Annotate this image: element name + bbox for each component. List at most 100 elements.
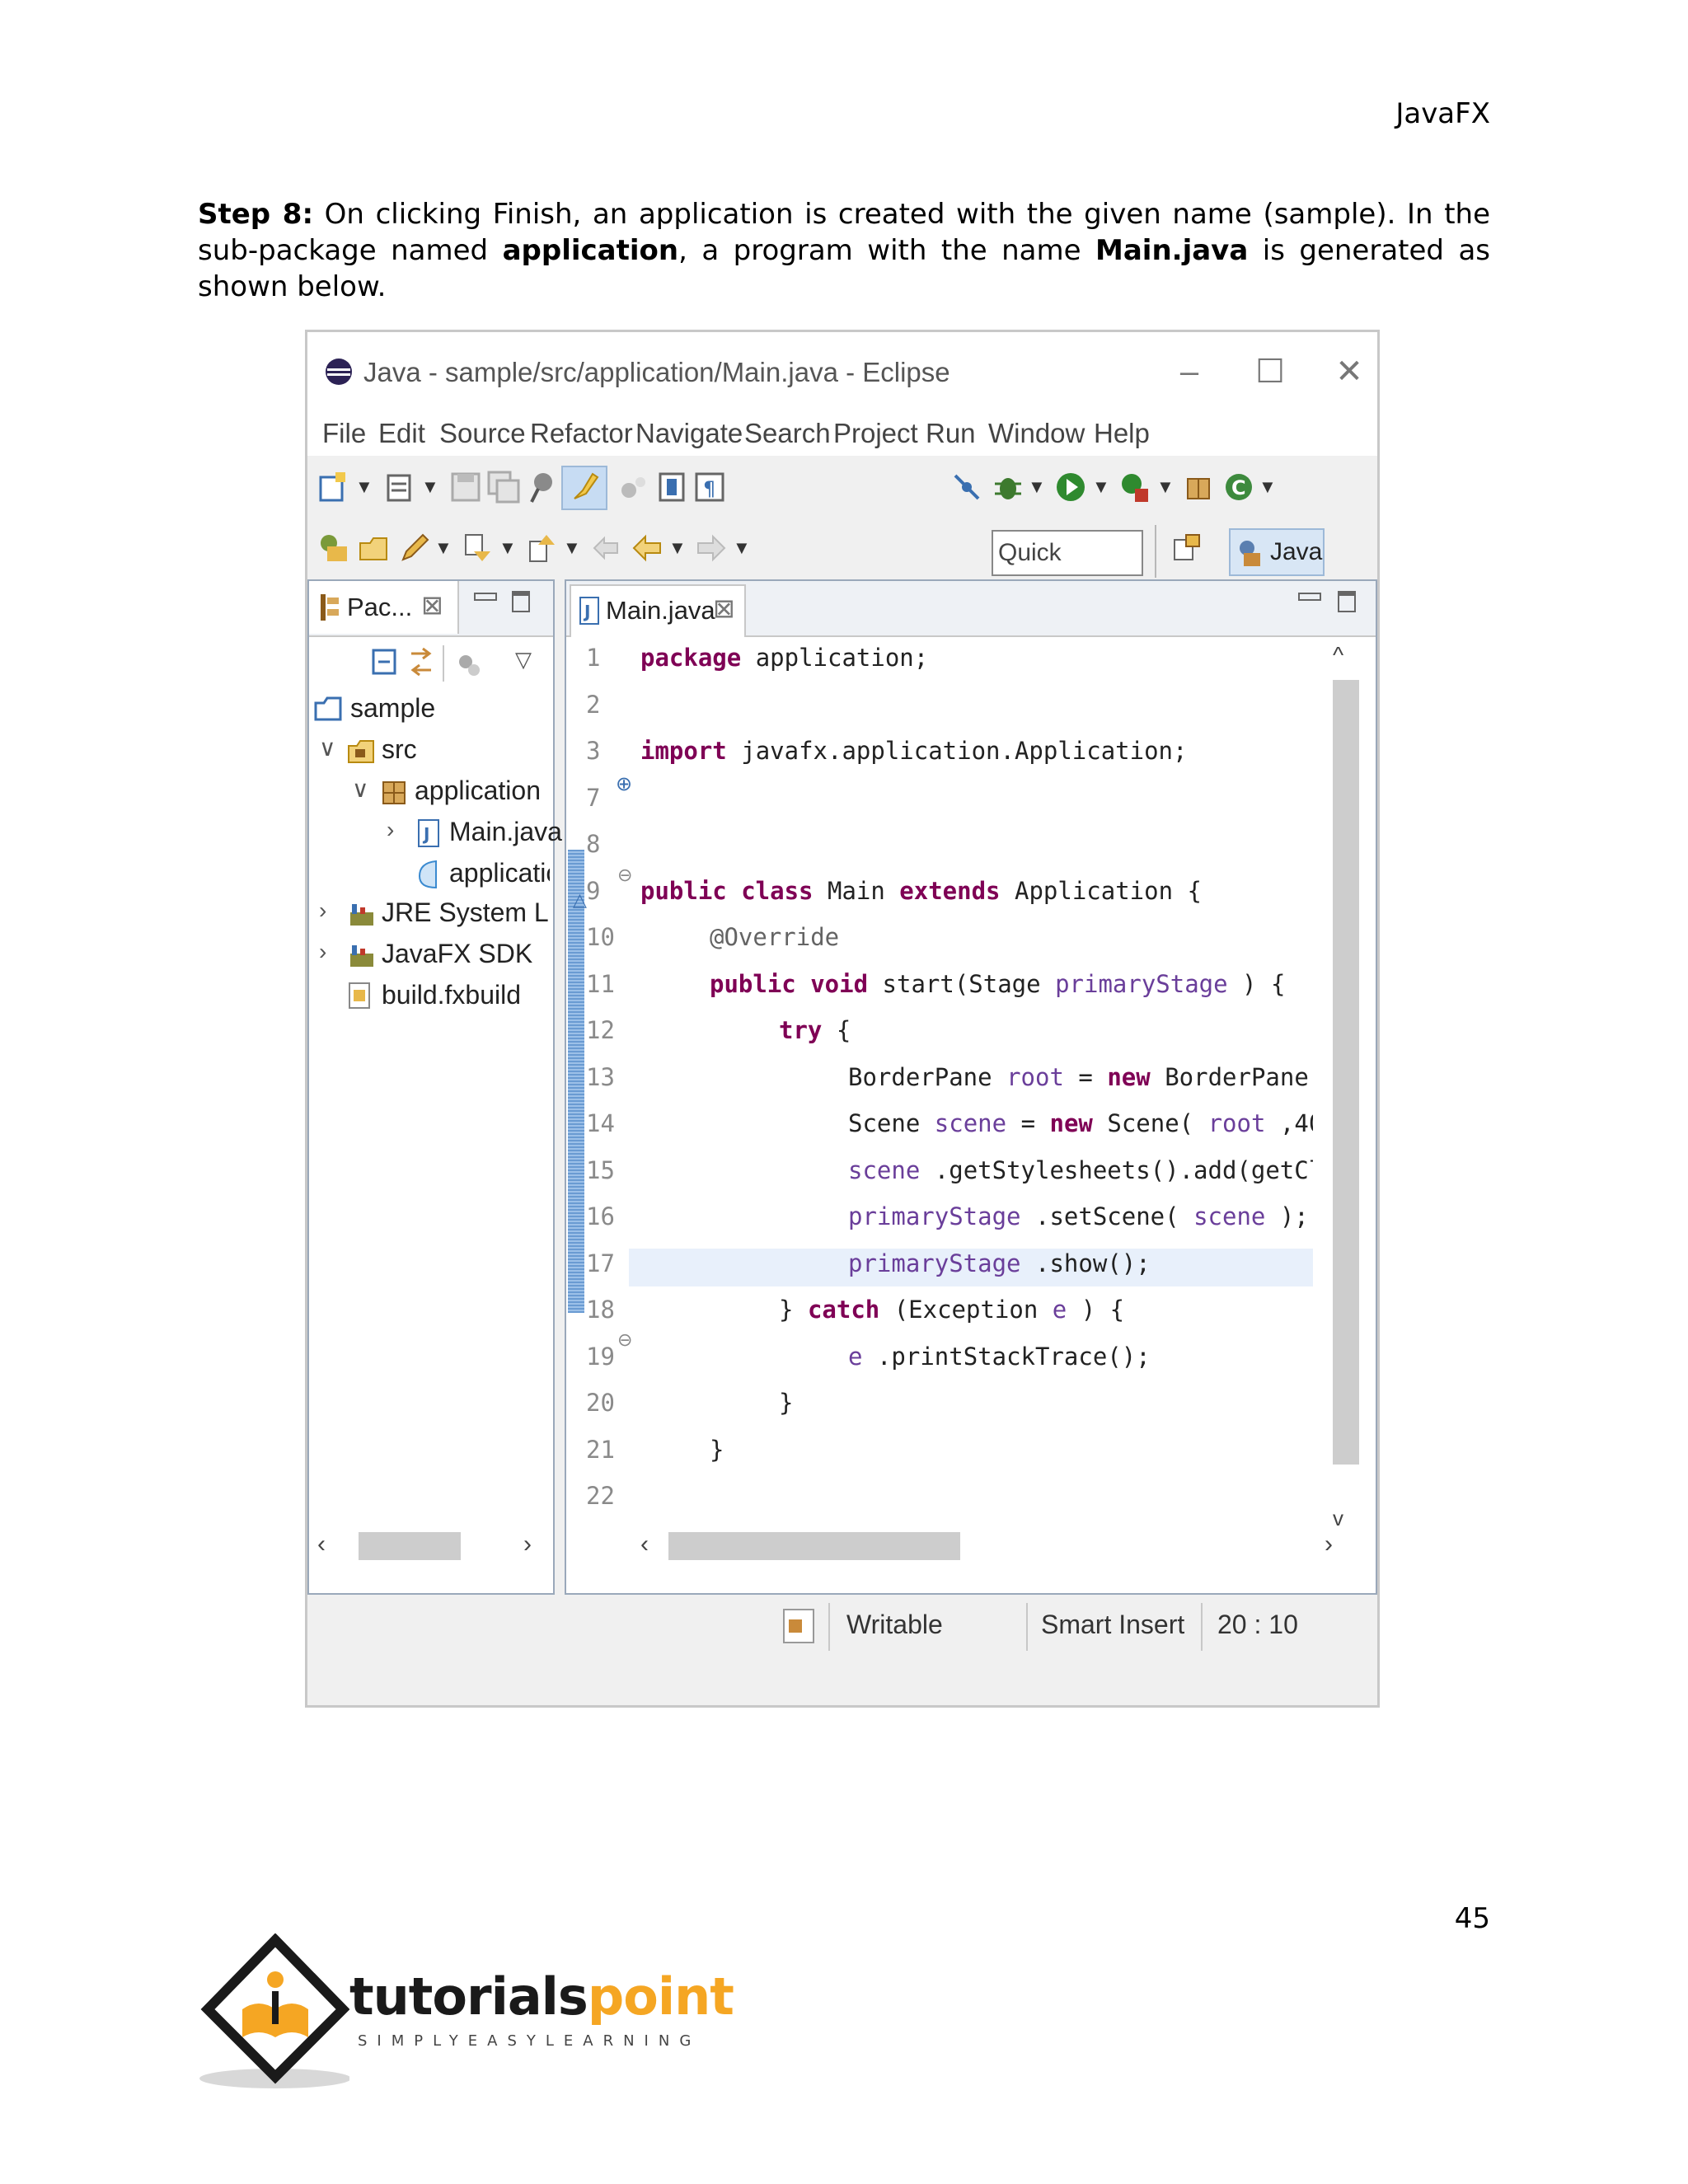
back-icon[interactable] xyxy=(631,532,663,565)
new-java-package-icon[interactable] xyxy=(1183,471,1216,504)
scroll-right-icon[interactable]: › xyxy=(523,1530,532,1558)
horizontal-scrollbar-thumb[interactable] xyxy=(668,1532,960,1560)
filter-icon[interactable] xyxy=(456,650,485,680)
scroll-left-icon[interactable]: ‹ xyxy=(317,1530,326,1558)
new-class-dropdown-icon[interactable]: ▼ xyxy=(1259,471,1277,504)
tree-item-javafx-sdk[interactable]: JavaFX SDK xyxy=(382,939,532,969)
close-icon[interactable]: ⊠ xyxy=(713,593,735,624)
search-pen-icon[interactable] xyxy=(398,532,431,565)
minimize-button[interactable]: – xyxy=(1165,347,1214,396)
open-perspective-icon[interactable] xyxy=(317,532,350,565)
horizontal-scrollbar-thumb[interactable] xyxy=(359,1532,461,1560)
line-number: 1 xyxy=(586,644,601,672)
scroll-right-icon[interactable]: › xyxy=(1325,1530,1333,1558)
block-selection-icon[interactable] xyxy=(617,471,650,504)
show-whitespace-icon[interactable] xyxy=(655,471,688,504)
menu-help[interactable]: Help xyxy=(1094,418,1150,449)
back-dropdown-icon[interactable]: ▼ xyxy=(668,532,687,565)
new-java-class-icon[interactable]: C xyxy=(1222,471,1255,504)
scroll-up-icon[interactable]: ^ xyxy=(1333,642,1343,668)
menu-project[interactable]: Project xyxy=(833,418,918,449)
code-line: try { xyxy=(640,1016,851,1044)
maximize-editor-icon[interactable] xyxy=(1338,591,1356,612)
main-toolbar: ▼ ▼ ¶ ▼ ▼ ▼ C ▼ xyxy=(307,456,1377,518)
chevron-down-icon[interactable]: ∨ xyxy=(352,776,369,803)
run-icon[interactable] xyxy=(1054,471,1087,504)
vertical-scrollbar-thumb[interactable] xyxy=(1333,680,1359,1465)
maximize-view-icon[interactable] xyxy=(512,591,530,612)
view-menu-chevron-down-icon[interactable]: ▽ xyxy=(515,647,532,673)
chevron-down-icon[interactable]: ∨ xyxy=(319,734,336,762)
save-icon[interactable] xyxy=(449,471,482,504)
status-file-icon[interactable] xyxy=(781,1606,817,1647)
mark-occurrences-icon[interactable] xyxy=(568,471,601,504)
previous-annotation-dropdown-icon[interactable]: ▼ xyxy=(563,532,581,565)
menu-file[interactable]: File xyxy=(322,418,366,449)
debug-dropdown-icon[interactable]: ▼ xyxy=(1028,471,1046,504)
line-number: 18 xyxy=(586,1296,615,1324)
external-tools-icon[interactable] xyxy=(1118,471,1151,504)
code-token: .setScene( xyxy=(1034,1202,1179,1230)
skip-breakpoints-icon[interactable] xyxy=(950,471,983,504)
open-task-icon[interactable] xyxy=(357,532,390,565)
code-token: Application { xyxy=(1014,876,1202,905)
logo-emblem-icon xyxy=(199,1933,349,2088)
debug-icon[interactable] xyxy=(992,471,1025,504)
last-edit-location-icon[interactable] xyxy=(589,532,622,565)
code-area[interactable]: 1 package application; 2 3 import javafx.app… xyxy=(571,639,1313,1521)
new-icon[interactable] xyxy=(317,471,350,504)
open-dropdown-icon[interactable]: ▼ xyxy=(421,471,439,504)
close-button[interactable]: ✕ xyxy=(1325,347,1374,396)
external-tools-dropdown-icon[interactable]: ▼ xyxy=(1156,471,1175,504)
menu-navigate[interactable]: Navigate xyxy=(635,418,743,449)
tree-item-application-package[interactable]: application xyxy=(415,776,541,806)
forward-icon[interactable] xyxy=(695,532,728,565)
open-type-icon[interactable] xyxy=(383,471,416,504)
menu-run[interactable]: Run xyxy=(926,418,976,449)
menu-window[interactable]: Window xyxy=(988,418,1085,449)
tree-item-main-java[interactable]: Main.java xyxy=(449,817,562,847)
java-perspective-icon xyxy=(1240,541,1260,566)
code-token: Scene( xyxy=(1107,1109,1194,1137)
quick-access-input[interactable]: Quick Access xyxy=(992,530,1143,609)
pin-icon[interactable] xyxy=(525,471,558,504)
minimize-view-icon[interactable] xyxy=(474,593,497,601)
menu-edit[interactable]: Edit xyxy=(378,418,425,449)
editor-tab-main-java[interactable]: J Main.java ⊠ xyxy=(570,584,746,637)
maximize-button[interactable]: ☐ xyxy=(1245,347,1295,396)
menu-refactor[interactable]: Refactor xyxy=(530,418,633,449)
new-dropdown-icon[interactable]: ▼ xyxy=(355,471,373,504)
line-number: 15 xyxy=(586,1155,615,1184)
collapse-all-icon[interactable] xyxy=(370,647,400,677)
menu-source[interactable]: Source xyxy=(439,418,526,449)
forward-dropdown-icon[interactable]: ▼ xyxy=(733,532,751,565)
code-token: scene xyxy=(934,1109,1007,1137)
tree-item-jre-system-library[interactable]: JRE System Library xyxy=(382,898,550,928)
package-explorer-tab[interactable]: Pac... ⊠ xyxy=(309,581,459,634)
close-icon[interactable]: ⊠ xyxy=(421,589,443,621)
java-perspective-label: Java xyxy=(1270,538,1323,565)
minimize-editor-icon[interactable] xyxy=(1298,593,1321,601)
scroll-left-icon[interactable]: ‹ xyxy=(640,1530,649,1558)
previous-annotation-icon[interactable] xyxy=(525,532,558,565)
tree-item-application-css[interactable]: application xyxy=(449,858,550,888)
paragraph-icon[interactable]: ¶ xyxy=(693,471,726,504)
save-all-icon[interactable] xyxy=(487,471,520,504)
menu-search[interactable]: Search xyxy=(744,418,831,449)
link-with-editor-icon[interactable] xyxy=(406,647,436,680)
tree-item-build-fxbuild[interactable]: build.fxbuild xyxy=(382,980,521,1010)
chevron-right-icon[interactable]: › xyxy=(387,817,394,843)
next-annotation-dropdown-icon[interactable]: ▼ xyxy=(499,532,517,565)
chevron-right-icon[interactable]: › xyxy=(319,939,326,965)
run-dropdown-icon[interactable]: ▼ xyxy=(1092,471,1110,504)
scroll-down-icon[interactable]: v xyxy=(1333,1506,1343,1531)
chevron-right-icon[interactable]: › xyxy=(319,898,326,924)
code-token: Main xyxy=(827,876,885,905)
open-perspective-button-icon[interactable] xyxy=(1171,532,1204,565)
step-bold-application: application xyxy=(502,234,679,267)
search-dropdown-icon[interactable]: ▼ xyxy=(434,532,452,565)
tree-item-src[interactable]: src xyxy=(382,734,417,765)
java-perspective-button[interactable]: Java xyxy=(1229,528,1325,576)
next-annotation-icon[interactable] xyxy=(461,532,494,565)
tree-item-sample[interactable]: sample xyxy=(350,693,435,724)
